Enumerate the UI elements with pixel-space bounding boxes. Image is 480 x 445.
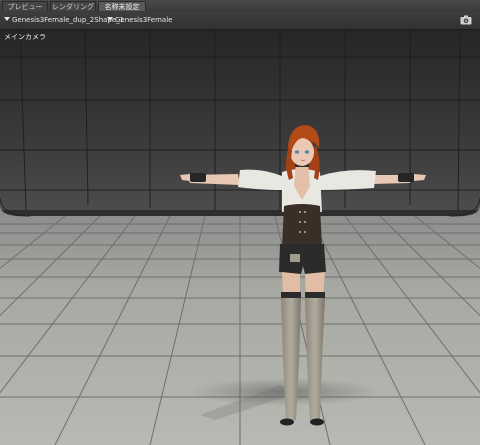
camera-icon[interactable] xyxy=(460,15,472,25)
chevron-down-icon xyxy=(107,17,113,21)
tab-untitled[interactable]: 名称未設定 xyxy=(98,1,146,11)
figure-dropdown-label: Genesis3Female xyxy=(115,16,173,24)
figure-dropdown[interactable]: Genesis3Female xyxy=(107,14,172,26)
camera-label: メインカメラ xyxy=(4,33,46,41)
scene-render xyxy=(0,30,480,445)
viewport-window: プレビュー レンダリング 名称未設定 Genesis3Female_dup_2S… xyxy=(0,0,480,445)
chevron-down-icon xyxy=(4,17,10,21)
tab-preview[interactable]: プレビュー xyxy=(2,1,48,11)
tab-render[interactable]: レンダリング xyxy=(50,1,96,11)
3d-viewport[interactable]: メインカメラ xyxy=(0,30,480,445)
viewport-toolbar: Genesis3Female_dup_2Shape_1 Genesis3Fema… xyxy=(0,12,480,30)
